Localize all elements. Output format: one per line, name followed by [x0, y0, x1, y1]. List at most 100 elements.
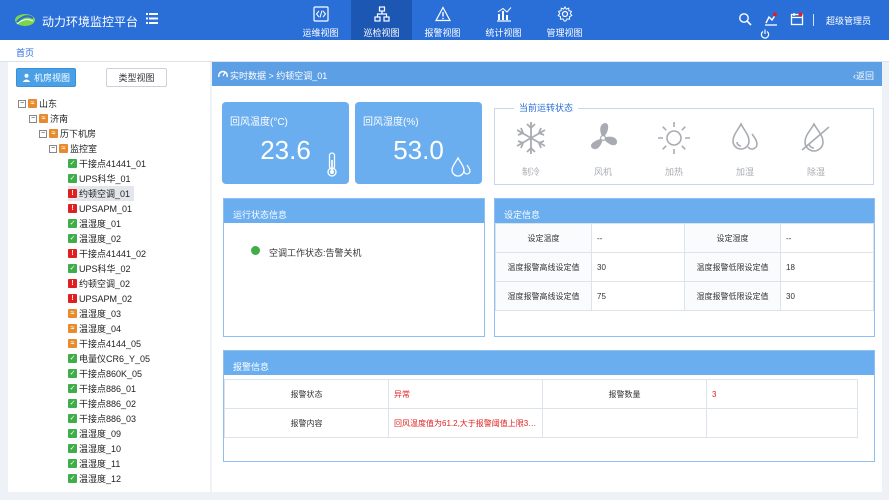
nav-alarm-view[interactable]: 报警视图	[412, 0, 473, 40]
tree-node-label: 监控室	[70, 144, 98, 154]
tree-device-label: 温湿度_12	[79, 474, 122, 484]
alarm-icon: !	[68, 294, 77, 303]
back-link[interactable]: ‹返回	[853, 69, 874, 82]
warning-icon	[435, 6, 451, 22]
setting-key: 湿度报警低限设定值	[684, 281, 781, 311]
tree-device-label: 温湿度_03	[79, 309, 122, 319]
alarm-panel: 报警信息 报警状态 异常 报警数量 3 报警内容 回风温度值为61.2,大于报警…	[223, 350, 875, 462]
tree-device-item[interactable]: ✓ 温湿度_11	[68, 456, 124, 471]
tree-device-label: UPSAPM_02	[79, 293, 133, 304]
table-row: 设定温度 -- 设定湿度 --	[495, 223, 874, 253]
setting-value: 30	[591, 252, 685, 282]
collapse-toggle-icon[interactable]: −	[49, 144, 57, 153]
type-view-button[interactable]: 类型视图	[106, 68, 167, 87]
status-dehumidify-label: 除湿	[806, 167, 825, 177]
tree-device-item[interactable]: ✓ 温湿度_12	[68, 471, 125, 486]
tree-device-label: 干接点860K_05	[79, 369, 143, 379]
folder-icon: ≈	[59, 144, 68, 153]
tree-device-label: UPS科华_02	[79, 264, 131, 274]
tree-node-root[interactable]: − ≈ 山东	[18, 96, 57, 111]
thermometer-icon	[327, 152, 337, 177]
alarm-title: 报警信息	[224, 351, 874, 375]
logo-icon	[15, 14, 35, 26]
nav-inspection-view[interactable]: 巡检视图	[351, 0, 412, 40]
check-icon: ✓	[68, 234, 77, 243]
nav-ops-label: 运维视图	[302, 28, 339, 38]
tree-device-label: 干接点41441_02	[79, 249, 147, 259]
nav-stats-view[interactable]: 统计视图	[473, 0, 534, 40]
alarm-status-value: 异常	[388, 379, 543, 409]
collapse-toggle-icon[interactable]: −	[18, 99, 26, 108]
menu-list-icon[interactable]	[146, 13, 158, 24]
tree-device-item[interactable]: ! UPSAPM_02	[68, 291, 136, 306]
tree-device-item[interactable]: ✓ 温湿度_09	[68, 426, 125, 441]
tree-device-item[interactable]: ✓ 干接点886_01	[68, 381, 140, 396]
collapse-toggle-icon[interactable]: −	[39, 129, 47, 138]
nav-manage-label: 管理视图	[546, 28, 583, 38]
setting-value: 30	[780, 281, 874, 311]
nav-ops-view[interactable]: 运维视图	[290, 0, 351, 40]
table-row: 报警状态 异常 报警数量 3	[224, 379, 858, 409]
tree-device-item[interactable]: ✓ 温湿度_02	[68, 231, 125, 246]
run-status-panel: 运行状态信息 空调工作状态:告警关机	[223, 198, 485, 337]
tree-device-item[interactable]: ✓ UPS科华_02	[68, 261, 135, 276]
tree-device-item[interactable]: ! UPSAPM_01	[68, 201, 136, 216]
dehumidify-icon	[801, 122, 830, 152]
alarm-icon: !	[68, 189, 77, 198]
alarm-icon: !	[68, 204, 77, 213]
content-title-bar: 实时数据 > 约顿空调_01 ‹返回	[212, 62, 882, 86]
tree-device-item[interactable]: ✓ UPS科华_01	[68, 171, 135, 186]
search-icon[interactable]	[738, 12, 752, 26]
tree-node-area[interactable]: − ≈ 监控室	[49, 141, 97, 156]
tree-device-item[interactable]: ! 干接点41441_02	[68, 246, 150, 261]
running-status-title: 当前运转状态	[514, 101, 579, 114]
power-icon[interactable]	[760, 29, 770, 39]
check-icon: ✓	[68, 414, 77, 423]
run-status-text: 空调工作状态:告警关机	[269, 248, 362, 258]
alarm-icon: !	[68, 279, 77, 288]
check-icon: ✓	[68, 174, 77, 183]
return-temp-card: 回风温度(°C) 23.6	[222, 102, 349, 184]
room-view-button[interactable]: 机房视图	[16, 68, 76, 87]
tree-node-room[interactable]: − ≈ 历下机房	[39, 126, 96, 141]
tree-device-label: 温湿度_09	[79, 429, 122, 439]
collapse-toggle-icon[interactable]: −	[29, 114, 37, 123]
setting-key: 设定湿度	[684, 223, 781, 253]
settings-table: 设定温度 -- 设定湿度 -- 温度报警高线设定值 30 温度报警低限设定值 1…	[495, 223, 874, 311]
tree-device-label: UPS科华_01	[79, 174, 131, 184]
nav-manage-view[interactable]: 管理视图	[534, 0, 595, 40]
settings-panel: 设定信息 设定温度 -- 设定湿度 -- 温度报警高线设定值 30 温度报警低限…	[494, 198, 875, 337]
droplets-icon	[451, 156, 471, 177]
tree-device-item[interactable]: ✓ 电量仪CR6_Y_05	[68, 351, 154, 366]
tree-device-item[interactable]: ≈ 温湿度_04	[68, 321, 125, 336]
tree-device-item[interactable]: ✓ 干接点860K_05	[68, 366, 146, 381]
tree-device-item[interactable]: ! 约顿空调_01	[68, 186, 135, 201]
check-icon: ✓	[68, 369, 77, 378]
tree-device-label: 干接点4144_05	[79, 339, 142, 349]
tree-device-label: 干接点886_01	[79, 384, 137, 394]
alarm-table: 报警状态 异常 报警数量 3 报警内容 回风温度值为61.2,大于报警阈值上限3…	[224, 379, 858, 438]
tree-device-item[interactable]: ! 约顿空调_02	[68, 276, 134, 291]
alarm-content-key: 报警内容	[224, 408, 389, 438]
tree-device-item[interactable]: ✓ 干接点886_02	[68, 396, 140, 411]
check-icon: ✓	[68, 444, 77, 453]
user-name[interactable]: 超级管理员	[826, 14, 871, 27]
tree-device-item[interactable]: ✓ 温湿度_10	[68, 441, 125, 456]
alarm-icon: !	[68, 249, 77, 258]
sidebar: 机房视图 类型视图 − ≈ 山东 − ≈ 济南 − ≈ 历下机房 − ≈ 监控室…	[8, 62, 210, 492]
alert-chart-icon[interactable]	[764, 12, 778, 26]
tree-device-item[interactable]: ✓ 干接点886_03	[68, 411, 140, 426]
tree-device-item[interactable]: ✓ 干接点41441_01	[68, 156, 150, 171]
tree-device-item[interactable]: ≈ 干接点4144_05	[68, 336, 145, 351]
calendar-icon[interactable]	[790, 12, 804, 26]
check-icon: ✓	[68, 429, 77, 438]
breadcrumb-home[interactable]: 首页	[16, 46, 34, 59]
gauge-icon	[218, 70, 228, 78]
tree-device-item[interactable]: ≈ 温湿度_03	[68, 306, 125, 321]
code-icon	[313, 6, 329, 22]
status-heating: 加热	[654, 120, 694, 180]
tree-device-item[interactable]: ✓ 温湿度_01	[68, 216, 125, 231]
tree-device-label: 干接点886_02	[79, 399, 137, 409]
tree-node-city[interactable]: − ≈ 济南	[29, 111, 68, 126]
snowflake-icon	[516, 122, 546, 154]
